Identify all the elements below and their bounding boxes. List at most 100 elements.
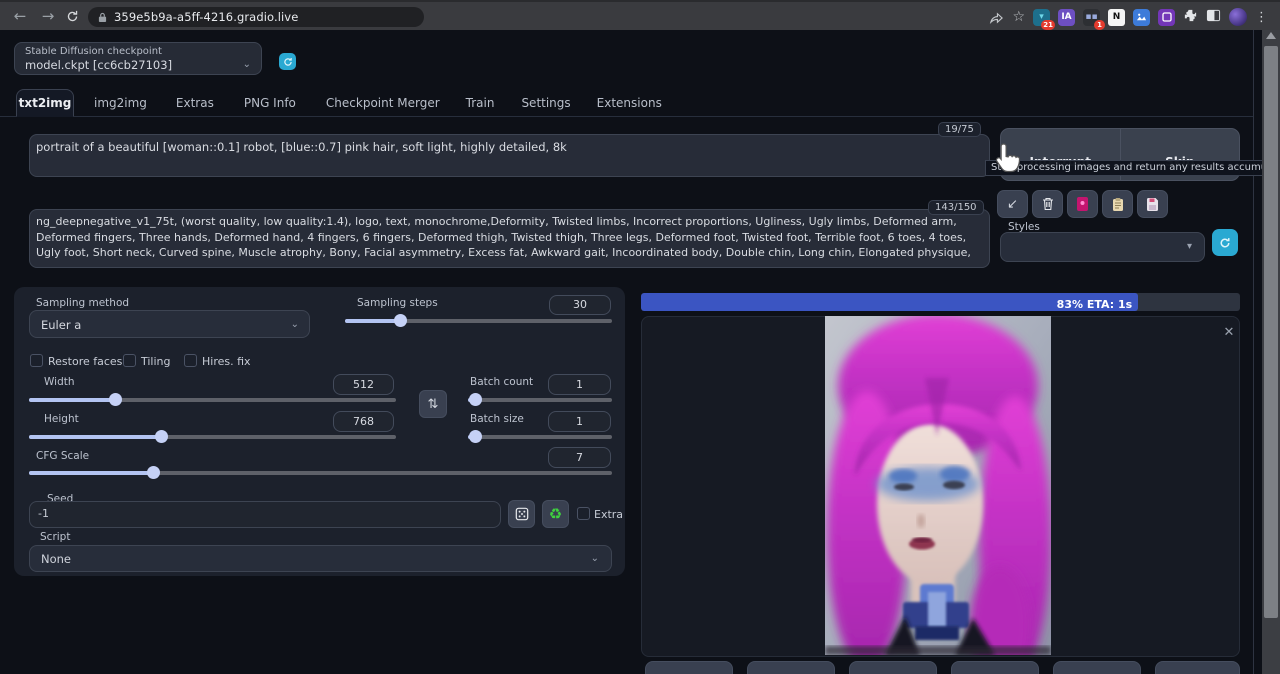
- prompt-input[interactable]: portrait of a beautiful [woman::0.1] rob…: [36, 140, 976, 172]
- sampling-method-label: Sampling method: [36, 297, 129, 309]
- ext-ia-icon[interactable]: IA: [1058, 9, 1075, 26]
- send-to-img2img-button[interactable]: [849, 661, 937, 674]
- browser-toolbar: ← → 359e5b9a-a5ff-4216.gradio.live ☆ ▾21…: [0, 0, 1280, 30]
- seed-input[interactable]: [38, 507, 238, 520]
- tab-settings[interactable]: Settings: [521, 96, 570, 110]
- download-badge: 21: [1041, 20, 1055, 30]
- tab-extras[interactable]: Extras: [176, 96, 214, 110]
- ext-download-icon[interactable]: ▾21: [1033, 9, 1050, 26]
- apply-style-clipboard-button[interactable]: [1102, 190, 1133, 218]
- clear-prompt-trash-button[interactable]: [1032, 190, 1063, 218]
- tab-bar: txt2img img2img Extras PNG Info Checkpoi…: [16, 89, 662, 117]
- camera-badge: 1: [1094, 20, 1105, 30]
- save-style-button[interactable]: [1137, 190, 1168, 218]
- tab-train[interactable]: Train: [466, 96, 495, 110]
- tiling-checkbox[interactable]: [123, 354, 136, 367]
- chevron-down-icon: ⌄: [591, 553, 599, 564]
- extra-networks-card-button[interactable]: [1067, 190, 1098, 218]
- checkpoint-dropdown[interactable]: Stable Diffusion checkpoint model.ckpt […: [14, 42, 262, 75]
- generated-image-preview[interactable]: [825, 316, 1051, 655]
- prompt-token-counter: 19/75: [938, 122, 981, 137]
- cfg-scale-value[interactable]: 7: [548, 447, 611, 468]
- close-preview-icon[interactable]: ✕: [1221, 325, 1237, 341]
- page-right-edge: [1253, 30, 1254, 674]
- styles-refresh-button[interactable]: [1212, 229, 1238, 256]
- ext-camera-icon[interactable]: ▪▪1: [1083, 9, 1100, 26]
- side-panel-icon[interactable]: [1206, 8, 1221, 27]
- zip-button[interactable]: [747, 661, 835, 674]
- browser-reload-icon[interactable]: [62, 6, 82, 26]
- progress-fill: 83% ETA: 1s: [641, 293, 1138, 311]
- url-text: 359e5b9a-a5ff-4216.gradio.live: [114, 10, 298, 24]
- share-icon[interactable]: [989, 10, 1004, 25]
- interrupt-tooltip: Stop processing images and return any re…: [985, 160, 1278, 176]
- paste-params-arrow-button[interactable]: ↙: [997, 190, 1028, 218]
- sampling-steps-value[interactable]: 30: [549, 295, 611, 315]
- restore-faces-label: Restore faces: [48, 355, 122, 368]
- progress-text: 83% ETA: 1s: [1057, 298, 1138, 311]
- sampling-steps-slider[interactable]: [345, 319, 612, 323]
- checkpoint-value: model.ckpt [cc6cb27103]: [25, 58, 172, 72]
- sampling-steps-label: Sampling steps: [357, 297, 438, 309]
- send-to-inpaint-button[interactable]: [951, 661, 1039, 674]
- send-to-extras-button[interactable]: [1053, 661, 1141, 674]
- seed-extra-checkbox[interactable]: [577, 507, 590, 520]
- tab-extensions[interactable]: Extensions: [597, 96, 662, 110]
- checkpoint-refresh-button[interactable]: [279, 53, 296, 70]
- styles-dropdown[interactable]: ▾: [1000, 232, 1205, 262]
- script-dropdown[interactable]: None ⌄: [29, 545, 612, 572]
- batch-count-slider[interactable]: [468, 398, 612, 402]
- tiling-label: Tiling: [141, 355, 171, 368]
- sampling-method-dropdown[interactable]: Euler a ⌄: [29, 310, 310, 338]
- tab-checkpoint-merger[interactable]: Checkpoint Merger: [326, 96, 440, 110]
- batch-size-label: Batch size: [470, 413, 524, 425]
- stable-diffusion-webui: ← → 359e5b9a-a5ff-4216.gradio.live ☆ ▾21…: [0, 0, 1280, 674]
- negative-token-counter: 143/150: [928, 200, 984, 215]
- tab-txt2img[interactable]: txt2img: [16, 89, 74, 117]
- checkpoint-label: Stable Diffusion checkpoint: [25, 46, 162, 57]
- address-bar[interactable]: 359e5b9a-a5ff-4216.gradio.live: [88, 7, 424, 27]
- negative-prompt-input[interactable]: ng_deepnegative_v1_75t, (worst quality, …: [36, 214, 980, 264]
- progress-bar: 83% ETA: 1s: [641, 293, 1240, 311]
- hires-fix-checkbox[interactable]: [184, 354, 197, 367]
- chevron-down-icon: ▾: [1187, 241, 1192, 252]
- seed-extra-label: Extra: [594, 508, 623, 521]
- mouse-cursor: [993, 141, 1023, 177]
- ext-office-icon[interactable]: [1158, 9, 1175, 26]
- script-value: None: [41, 552, 71, 566]
- scrollbar-thumb[interactable]: [1264, 46, 1278, 618]
- width-value[interactable]: 512: [333, 374, 394, 395]
- extensions-puzzle-icon[interactable]: [1183, 8, 1198, 27]
- sampling-method-value: Euler a: [41, 318, 81, 332]
- cfg-scale-slider[interactable]: [29, 471, 612, 475]
- width-slider[interactable]: [29, 398, 396, 402]
- profile-avatar[interactable]: [1229, 8, 1247, 26]
- save-button[interactable]: [645, 661, 733, 674]
- batch-size-slider[interactable]: [468, 435, 612, 439]
- chevron-down-icon: ⌄: [243, 59, 251, 70]
- extra-result-button[interactable]: [1155, 661, 1240, 674]
- script-label: Script: [40, 531, 70, 543]
- batch-size-value[interactable]: 1: [548, 411, 611, 432]
- tab-png-info[interactable]: PNG Info: [244, 96, 296, 110]
- ext-notion-icon[interactable]: N: [1108, 9, 1125, 26]
- browser-forward-icon[interactable]: →: [38, 6, 58, 26]
- batch-count-label: Batch count: [470, 376, 533, 388]
- chevron-down-icon: ⌄: [291, 319, 299, 330]
- reuse-seed-recycle-button[interactable]: ♻: [542, 500, 569, 528]
- height-label: Height: [44, 413, 79, 425]
- cfg-scale-label: CFG Scale: [36, 450, 89, 462]
- scrollbar-up-arrow[interactable]: [1266, 32, 1276, 39]
- batch-count-value[interactable]: 1: [548, 374, 611, 395]
- random-seed-dice-button[interactable]: [508, 500, 535, 528]
- swap-dimensions-button[interactable]: ⇅: [419, 390, 447, 418]
- browser-menu-icon[interactable]: ⋮: [1255, 10, 1268, 25]
- bookmark-star-icon[interactable]: ☆: [1012, 9, 1025, 25]
- browser-back-icon[interactable]: ←: [10, 6, 30, 26]
- ext-picture-icon[interactable]: [1133, 9, 1150, 26]
- tab-img2img[interactable]: img2img: [94, 96, 147, 110]
- height-value[interactable]: 768: [333, 411, 394, 432]
- lock-icon: [98, 12, 107, 23]
- restore-faces-checkbox[interactable]: [30, 354, 43, 367]
- height-slider[interactable]: [29, 435, 396, 439]
